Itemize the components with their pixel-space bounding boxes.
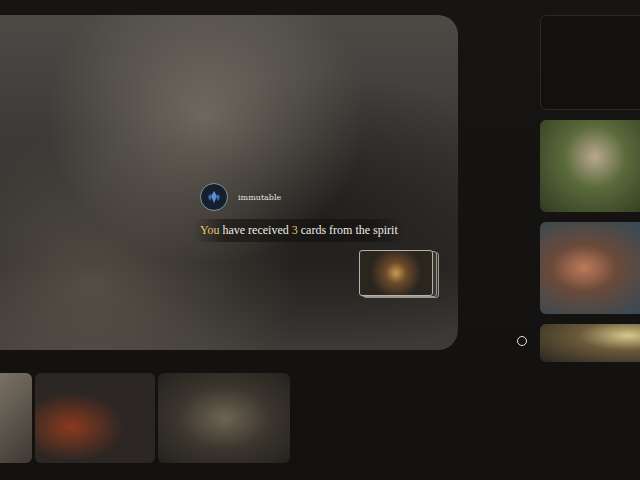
sender-row: immutable [200,183,281,211]
card[interactable] [35,373,155,463]
message-part: You [200,223,219,237]
card[interactable] [0,373,32,463]
sender-avatar [200,183,228,211]
main-column: immutable You have received 3 cards from … [0,0,458,480]
card[interactable] [158,373,290,463]
sender-name: immutable [238,193,281,202]
message-part: have received [219,223,291,237]
crystal-icon [207,190,221,204]
card-strip [0,373,458,463]
card[interactable] [540,222,640,314]
scroll-indicator[interactable] [517,336,527,346]
received-card[interactable] [359,250,433,296]
hero-card-art: immutable You have received 3 cards from … [0,15,458,350]
scroll-area [458,0,540,480]
card[interactable] [540,120,640,212]
empty-slot [540,15,640,110]
message-part: cards from the spirit [298,223,398,237]
side-cards [540,0,640,480]
card[interactable] [540,324,640,362]
message-part: 3 [292,223,298,237]
notification-message: You have received 3 cards from the spiri… [194,219,404,242]
notification: immutable You have received 3 cards from … [200,183,445,296]
game-screen: immutable You have received 3 cards from … [0,0,640,480]
received-cards[interactable] [359,250,439,296]
